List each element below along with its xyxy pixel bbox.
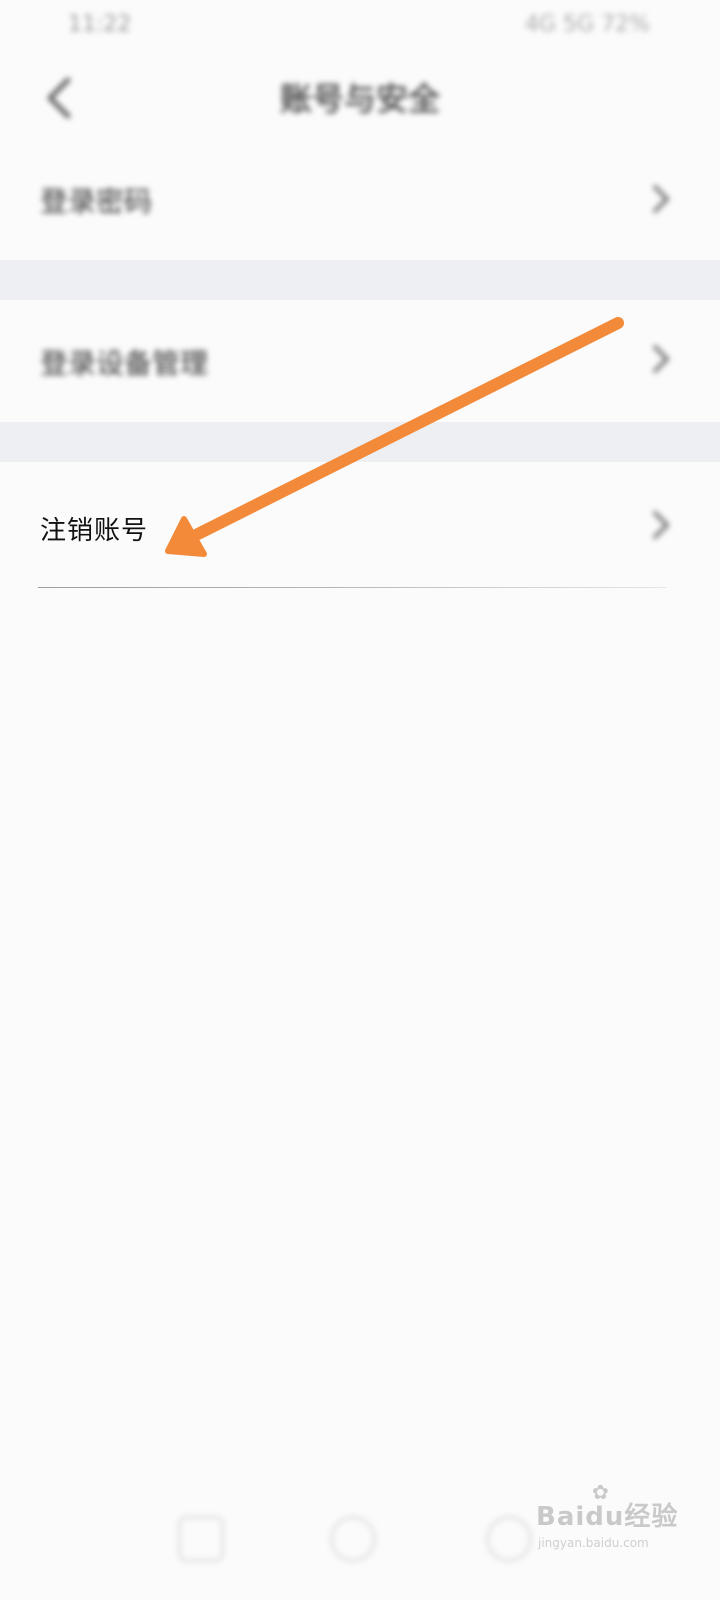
menu-item-device-management[interactable]: 登录设备管理 bbox=[0, 300, 720, 422]
watermark: ✿ Baidu经验 jingyan.baidu.com bbox=[536, 1480, 679, 1566]
watermark-brand: Baidu经验 bbox=[536, 1502, 679, 1532]
chevron-right-icon bbox=[653, 185, 670, 213]
menu-item-login-password[interactable]: 登录密码 bbox=[0, 142, 720, 260]
menu-item-label: 登录设备管理 bbox=[40, 347, 209, 380]
header-bar: 账号与安全 bbox=[0, 52, 720, 142]
watermark-url: jingyan.baidu.com bbox=[538, 1536, 649, 1550]
menu-item-label: 注销账号 bbox=[40, 516, 149, 546]
page-title: 账号与安全 bbox=[279, 80, 440, 118]
status-bar: 11:22 4G 5G 72% bbox=[0, 0, 720, 52]
section-gap bbox=[0, 260, 720, 300]
status-time: 11:22 bbox=[68, 12, 132, 37]
section-gap bbox=[0, 422, 720, 462]
menu-item-label: 登录密码 bbox=[40, 185, 153, 218]
menu-item-cancel-account[interactable]: 注销账号 bbox=[0, 462, 720, 588]
circle-nav-icon[interactable] bbox=[330, 1516, 376, 1562]
status-indicators: 4G 5G 72% bbox=[525, 12, 650, 37]
square-nav-icon[interactable] bbox=[178, 1516, 224, 1562]
chevron-right-icon bbox=[653, 511, 670, 539]
chevron-right-icon bbox=[653, 345, 670, 373]
divider bbox=[38, 587, 666, 588]
back-nav-icon[interactable] bbox=[486, 1516, 532, 1562]
